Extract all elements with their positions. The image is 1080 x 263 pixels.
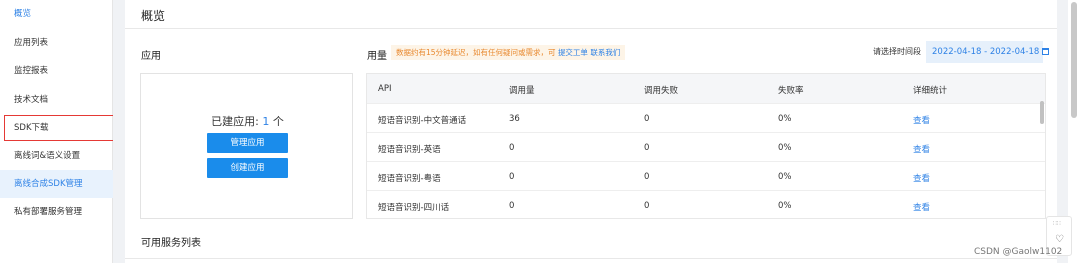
column-header-details: 详细统计: [913, 86, 948, 96]
table-scrollbar[interactable]: [1040, 101, 1044, 124]
calendar-icon: [1042, 48, 1050, 55]
cell-calls: 0: [509, 201, 515, 211]
sidebar-item-sdk-download[interactable]: SDK下载: [0, 114, 113, 142]
cell-api: 短语音识别-中文普通话: [378, 116, 467, 126]
app-section-label: 应用: [141, 51, 161, 62]
table-row: 短语音识别-中文普通话 36 0 0% 查看: [367, 103, 1045, 132]
bottom-divider: [125, 258, 1057, 259]
page-title: 概览: [141, 9, 166, 23]
delay-notice: 数据约有15分钟延迟，如有任何疑问或需求，可 提交工单 联系我们: [391, 45, 626, 60]
usage-section-label: 用量: [367, 51, 387, 62]
cell-api: 短语音识别-英语: [378, 145, 441, 155]
manage-apps-button[interactable]: 管理应用: [207, 133, 288, 153]
view-details-link[interactable]: 查看: [913, 114, 930, 126]
page-scrollbar[interactable]: [1071, 2, 1077, 118]
usage-table: API 调用量 调用失败 失败率 详细统计 短语音识别-中文普通话 36 0 0…: [366, 73, 1046, 219]
app-card: 已建应用: 1 个 管理应用 创建应用: [140, 73, 353, 219]
sidebar-item-offline-tts-sdk[interactable]: 离线合成SDK管理: [0, 170, 113, 198]
cell-api: 短语音识别-粤语: [378, 174, 441, 184]
title-divider: [125, 28, 1057, 29]
date-range-label: 请选择时间段: [873, 47, 921, 56]
table-row: 短语音识别-粤语 0 0 0% 查看: [367, 161, 1045, 190]
view-details-link[interactable]: 查看: [913, 201, 930, 213]
column-header-failures: 调用失败: [644, 86, 679, 96]
cell-fail-rate: 0%: [778, 143, 792, 153]
notice-text: 数据约有15分钟延迟，如有任何疑问或需求，可: [396, 48, 558, 57]
create-app-button[interactable]: 创建应用: [207, 158, 288, 178]
cell-failures: 0: [644, 172, 650, 182]
table-row: 短语音识别-英语 0 0 0% 查看: [367, 132, 1045, 161]
drag-handle-icon[interactable]: ∷∷: [1053, 221, 1061, 227]
cell-failures: 0: [644, 143, 650, 153]
sidebar-item-overview[interactable]: 概览: [0, 0, 113, 28]
column-header-fail-rate: 失败率: [778, 86, 804, 96]
column-header-api: API: [378, 84, 392, 94]
date-range-value: 2022-04-18 - 2022-04-18: [932, 47, 1040, 57]
app-count-suffix: 个: [269, 115, 284, 128]
cell-calls: 0: [509, 172, 515, 182]
table-header: API 调用量 调用失败 失败率 详细统计: [367, 74, 1045, 103]
view-details-link[interactable]: 查看: [913, 143, 930, 155]
cell-failures: 0: [644, 201, 650, 211]
contact-us-link[interactable]: 联系我们: [590, 48, 620, 57]
cell-fail-rate: 0%: [778, 114, 792, 124]
heart-icon[interactable]: ♡: [1055, 235, 1064, 245]
cell-calls: 36: [509, 114, 520, 124]
app-count-prefix: 已建应用:: [211, 115, 263, 128]
cell-failures: 0: [644, 114, 650, 124]
sidebar-item-app-list[interactable]: 应用列表: [0, 29, 113, 57]
watermark: CSDN @Gaolw1102: [974, 247, 1063, 257]
sidebar-item-monitor-report[interactable]: 监控报表: [0, 57, 113, 85]
sidebar-item-private-deploy[interactable]: 私有部署服务管理: [0, 198, 113, 226]
cell-api: 短语音识别-四川话: [378, 203, 450, 213]
services-section-label: 可用服务列表: [141, 238, 201, 249]
sidebar-item-offline-words[interactable]: 离线词&语义设置: [0, 142, 113, 170]
view-details-link[interactable]: 查看: [913, 172, 930, 184]
table-row: 短语音识别-四川话 0 0 0% 查看: [367, 190, 1045, 218]
sidebar: 概览 应用列表 监控报表 技术文档 SDK下载 离线词&语义设置 离线合成SDK…: [0, 0, 113, 263]
cell-fail-rate: 0%: [778, 172, 792, 182]
cell-fail-rate: 0%: [778, 201, 792, 211]
app-count: 已建应用: 1 个: [141, 113, 354, 129]
submit-ticket-link[interactable]: 提交工单: [558, 48, 588, 57]
cell-calls: 0: [509, 143, 515, 153]
sidebar-item-tech-docs[interactable]: 技术文档: [0, 86, 113, 114]
column-header-calls: 调用量: [509, 86, 535, 96]
date-range-picker[interactable]: 2022-04-18 - 2022-04-18: [926, 41, 1050, 63]
